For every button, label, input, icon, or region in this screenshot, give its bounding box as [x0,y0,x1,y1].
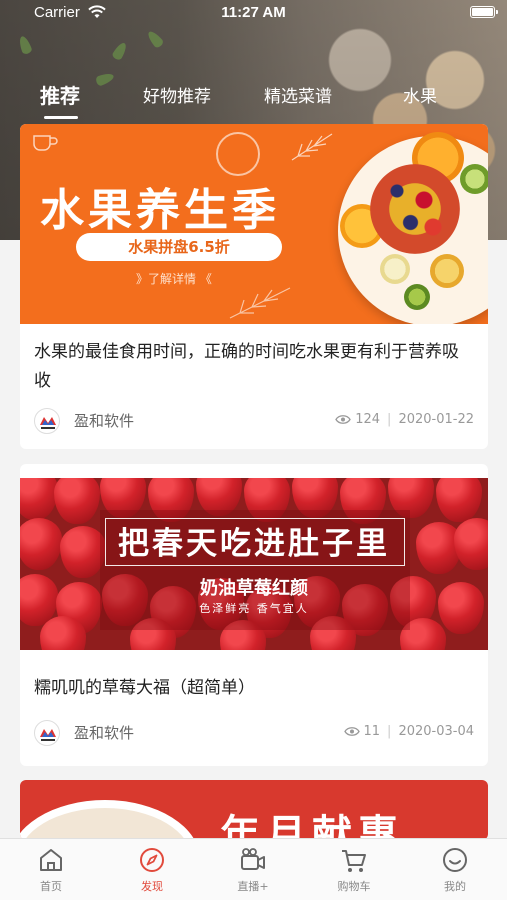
tab-recipes[interactable]: 精选菜谱 [264,82,332,107]
author-name[interactable]: 盈和软件 [74,410,134,431]
banner-learn-more[interactable]: 》了解详情 《 [136,270,212,287]
feed-card[interactable]: 把春天吃进肚子里 奶油草莓红颜 色泽鲜亮 香气宜人 糯叽叽的草莓大福（超简单） … [20,464,488,766]
cart-icon [342,850,366,872]
eye-icon [335,415,351,424]
food-plate-image [20,800,200,840]
tabbar-label: 直播+ [237,880,269,893]
status-time: 11:27 AM [221,4,286,21]
card-banner-image[interactable]: 把春天吃进肚子里 奶油草莓红颜 色泽鲜亮 香气宜人 [20,478,488,650]
feed-card[interactable]: 年月献惠 [20,780,488,840]
leaf-doodle-icon [229,287,291,319]
eye-icon [343,727,360,736]
tabbar-label: 首页 [40,880,62,893]
battery-icon [470,6,498,18]
banner-title: 把春天吃进肚子里 [118,526,390,562]
banner-tagline: 色泽鲜亮 香气宜人 [199,602,309,615]
article-stats: 11 | 2020-03-04 [343,724,474,739]
view-count: 11 [363,724,381,739]
card-banner-image[interactable]: 水果养生季 水果拼盘6.5折 》了解详情 《 [20,124,488,324]
banner-subtitle: 奶油草莓红颜 [200,578,308,599]
article-stats: 124 | 2020-01-22 [335,412,474,427]
tab-fruit[interactable]: 水果 [403,82,437,107]
tab-recommend[interactable]: 推荐 [40,80,80,109]
author-avatar[interactable] [34,408,60,434]
banner-discount-pill: 水果拼盘6.5折 [76,233,282,261]
compass-icon [140,848,164,872]
view-count: 124 [355,412,381,427]
article-title[interactable]: 糯叽叽的草莓大福（超简单） [34,674,474,703]
leaf-doodle-icon [291,133,333,161]
tabbar-home[interactable]: 首页 [11,845,91,894]
banner-title: 年月献惠 [220,811,404,840]
publish-date: 2020-03-04 [398,724,474,739]
tabbar-label: 我的 [444,880,466,893]
smiley-icon [443,848,467,872]
author-name[interactable]: 盈和软件 [74,722,134,743]
tabbar-label: 发现 [141,880,163,893]
tabbar-live[interactable]: 直播+ [213,845,293,894]
tab-active-indicator [44,116,78,119]
banner-title: 水果养生季 [40,185,280,236]
author-avatar[interactable] [34,720,60,746]
tabbar-label: 购物车 [337,880,371,893]
tabbar-profile[interactable]: 我的 [415,845,495,894]
article-meta: 盈和软件 11 | 2020-03-04 [34,718,474,746]
video-camera-icon [241,848,265,870]
tabbar-discover[interactable]: 发现 [112,845,192,894]
card-banner-image[interactable]: 年月献惠 [20,780,488,840]
category-tabs: 推荐 好物推荐 精选菜谱 水果 [0,82,507,126]
article-meta: 盈和软件 124 | 2020-01-22 [34,406,474,434]
cup-doodle-icon [33,135,58,151]
article-title[interactable]: 水果的最佳食用时间，正确的时间吃水果更有利于营养吸收 [34,338,474,396]
home-icon [40,849,62,871]
tab-good-products[interactable]: 好物推荐 [143,82,211,107]
feed-card[interactable]: 水果养生季 水果拼盘6.5折 》了解详情 《 水果的最佳食用时间，正确的时间吃水… [20,124,488,449]
publish-date: 2020-01-22 [398,412,474,427]
tabbar-cart[interactable]: 购物车 [314,845,394,894]
bottom-tab-bar: 首页 发现 直播+ 购物车 我的 [0,838,507,900]
status-bar: Carrier 11:27 AM [0,0,507,26]
